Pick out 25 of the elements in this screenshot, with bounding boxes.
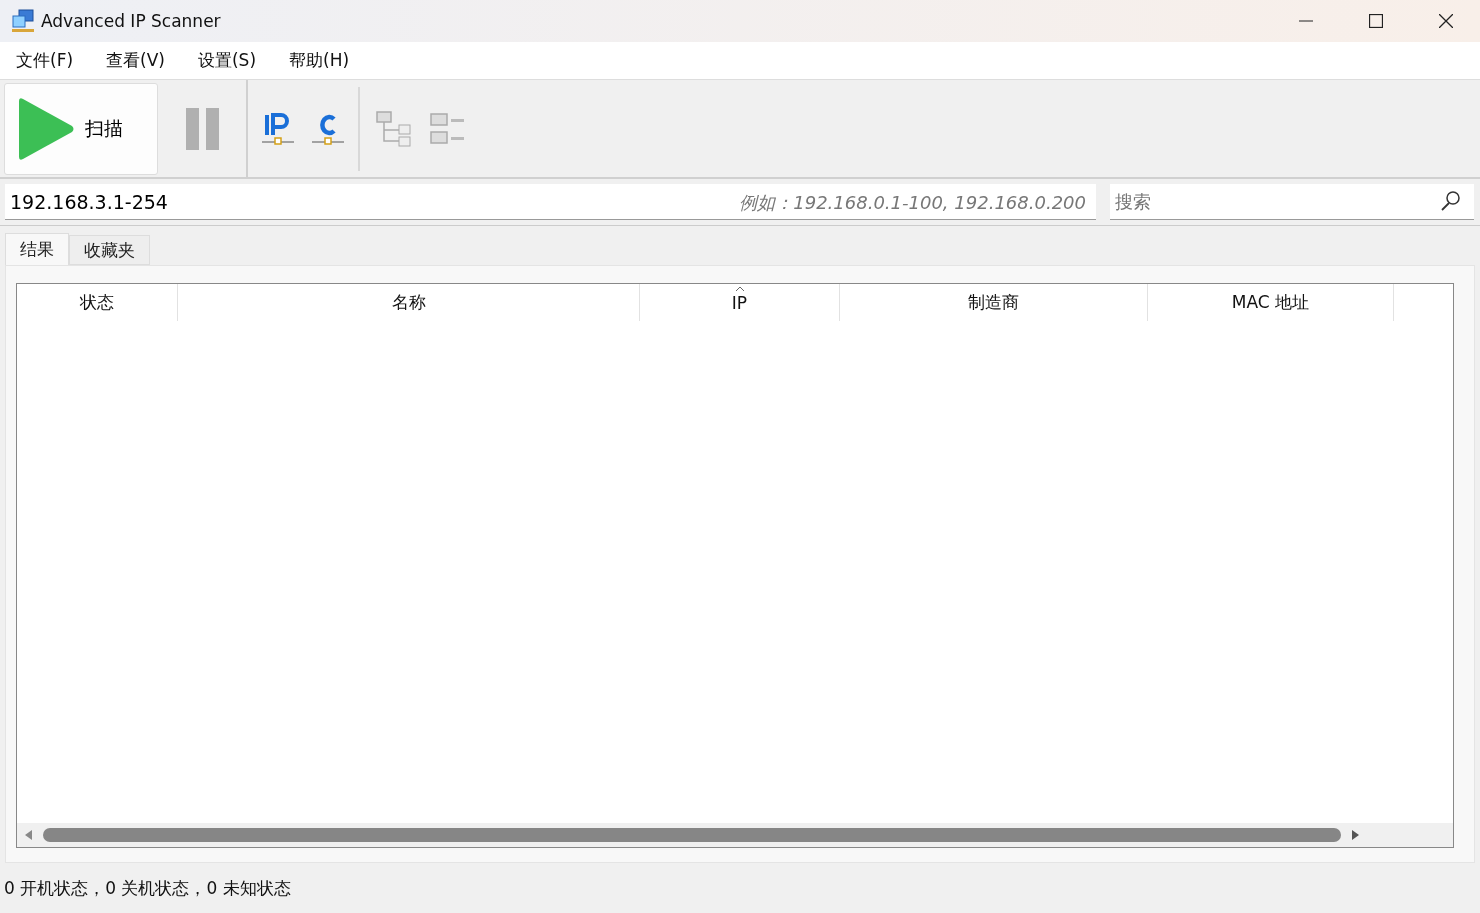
scroll-right-icon[interactable] [1351, 830, 1359, 840]
window-title: Advanced IP Scanner [41, 11, 221, 31]
maximize-icon[interactable] [1369, 14, 1383, 28]
menu-item[interactable]: 查看(V) [106, 49, 165, 72]
column-header[interactable]: IP [640, 284, 840, 321]
tab[interactable]: 结果 [5, 233, 69, 265]
search-icon[interactable] [1440, 190, 1462, 212]
menu-item[interactable]: 设置(S) [197, 49, 256, 72]
ip-icon[interactable] [262, 110, 294, 147]
scroll-left-icon[interactable] [25, 830, 33, 840]
tab[interactable]: 收藏夹 [69, 235, 150, 265]
close-icon[interactable] [1439, 14, 1453, 28]
horizontal-scrollbar[interactable] [17, 823, 1453, 847]
status-text: 0 开机状态，0 关机状态，0 未知状态 [4, 876, 291, 900]
network-computer-icon [11, 9, 35, 33]
column-header[interactable]: MAC 地址 [1148, 284, 1394, 321]
column-header[interactable]: 名称 [178, 284, 640, 321]
play-icon [17, 96, 75, 161]
search-field[interactable]: 搜索 [1110, 184, 1474, 220]
menu-item[interactable]: 帮助(H) [289, 49, 350, 72]
column-header[interactable]: 状态 [17, 284, 178, 321]
example-hint: 例如：192.168.0.1-100, 192.168.0.200 [739, 191, 1086, 215]
column-header[interactable]: 制造商 [840, 284, 1148, 321]
menu-item[interactable]: 文件(F) [16, 49, 74, 72]
scan-button[interactable]: 扫描 [4, 82, 158, 175]
